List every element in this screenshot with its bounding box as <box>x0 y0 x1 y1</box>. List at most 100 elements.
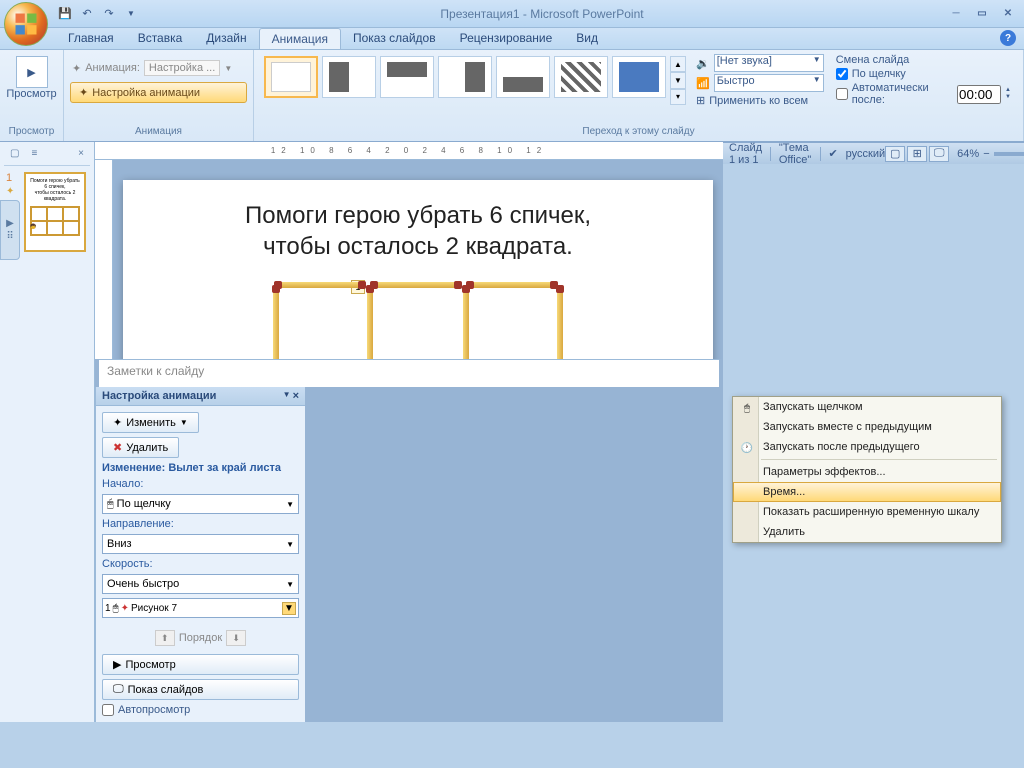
spellcheck-icon[interactable]: ✔ <box>828 147 837 160</box>
cm-with-previous[interactable]: Запускать вместе с предыдущим <box>733 417 1001 437</box>
advance-title: Смена слайда <box>836 54 1011 66</box>
normal-view-button[interactable]: ▢ <box>885 146 905 162</box>
minimize-button[interactable]: ─ <box>944 6 968 22</box>
speed-icon: 📶 <box>696 77 710 90</box>
zoom-slider[interactable] <box>994 152 1024 156</box>
delete-icon: ✖ <box>113 441 122 454</box>
slide-canvas[interactable]: Помоги герою убрать 6 спичек, чтобы оста… <box>113 160 723 359</box>
animation-combo[interactable]: Настройка ... <box>144 60 220 76</box>
effect-name: Рисунок 7 <box>131 603 177 614</box>
anim-pane-title: Настройка анимации <box>102 390 216 402</box>
horizontal-ruler: 12 10 8 6 4 2 0 2 4 6 8 10 12 <box>95 142 723 160</box>
delete-effect-button[interactable]: ✖ Удалить <box>102 437 179 458</box>
zoom-out-button[interactable]: − <box>983 148 989 160</box>
animation-task-pane: Настройка анимации ▼× ✦Изменить▼ ✖Удалит… <box>95 387 305 722</box>
cm-timing[interactable]: Время... <box>733 482 1001 502</box>
transition-item[interactable] <box>554 56 608 98</box>
cm-show-timeline[interactable]: Показать расширенную временную шкалу <box>733 502 1001 522</box>
tab-design[interactable]: Дизайн <box>194 28 258 49</box>
speed-combo[interactable]: Быстро▼ <box>714 74 824 92</box>
window-title: Презентация1 - Microsoft PowerPoint <box>140 7 944 21</box>
undo-icon[interactable]: ↶ <box>78 5 96 23</box>
preview-label: Просмотр <box>6 88 56 100</box>
autopreview-checkbox[interactable] <box>102 704 114 716</box>
sound-value: [Нет звука] <box>717 55 772 71</box>
modification-label: Изменение: Вылет за край листа <box>102 462 299 474</box>
transition-item[interactable] <box>612 56 666 98</box>
apply-all-icon: ⊞ <box>696 94 705 107</box>
slideshow-view-button[interactable]: 🖵 <box>929 146 949 162</box>
custom-animation-button[interactable]: ✦ Настройка анимации <box>70 82 247 103</box>
auto-time-input[interactable] <box>957 85 1001 104</box>
office-button[interactable] <box>4 2 48 46</box>
transition-item[interactable] <box>322 56 376 98</box>
combo-dropdown-icon[interactable]: ▼ <box>224 64 232 73</box>
ribbon-tabs: Главная Вставка Дизайн Анимация Показ сл… <box>0 28 1024 50</box>
pane-preview-button[interactable]: ▶Просмотр <box>102 654 299 675</box>
close-button[interactable]: ✕ <box>996 6 1020 22</box>
thumb-pane-close-icon[interactable]: × <box>72 146 90 165</box>
preview-button[interactable]: ▶ Просмотр <box>6 52 57 104</box>
tab-slideshow[interactable]: Показ слайдов <box>341 28 448 49</box>
slide-thumbnail[interactable]: Помоги герою убрать 6 спичек,чтобы остал… <box>24 172 86 252</box>
pane-close-icon[interactable]: × <box>293 390 299 402</box>
animation-indicator-icon: ✦ <box>6 186 14 197</box>
vertical-ruler <box>95 160 113 359</box>
restore-button[interactable]: ▭ <box>970 6 994 22</box>
delete-label: Удалить <box>126 442 168 454</box>
qat-dropdown-icon[interactable]: ▼ <box>122 5 140 23</box>
collapsed-pane-rail[interactable]: ▶ ⠿ <box>0 200 20 260</box>
thumb-tab-slides[interactable]: ▢ <box>4 146 25 165</box>
tab-animation[interactable]: Анимация <box>259 28 341 49</box>
zoom-value[interactable]: 64% <box>957 148 979 160</box>
reorder-row: ⬆ Порядок ⬇ <box>102 626 299 650</box>
cm-remove[interactable]: Удалить <box>733 522 1001 542</box>
reorder-up-button[interactable]: ⬆ <box>155 630 175 646</box>
transition-none[interactable] <box>264 56 318 98</box>
tab-insert[interactable]: Вставка <box>126 28 195 49</box>
gallery-scroll[interactable]: ▲▼▾ <box>670 56 686 105</box>
title-line1: Помоги герою убрать 6 спичек, <box>245 202 591 229</box>
effect-list-item[interactable]: 1 🖱 ✦ Рисунок 7 ▼ <box>102 598 299 618</box>
effect-num: 1 <box>105 603 111 614</box>
speed-label: Скорость: <box>102 558 299 570</box>
transition-item[interactable] <box>496 56 550 98</box>
transition-gallery[interactable]: ▲▼▾ <box>260 52 690 109</box>
on-click-checkbox[interactable] <box>836 68 848 80</box>
auto-after-checkbox[interactable] <box>836 88 848 100</box>
start-label: Начало: <box>102 478 299 490</box>
start-combo[interactable]: 🖱 По щелчку▼ <box>102 494 299 514</box>
help-icon[interactable]: ? <box>1000 30 1016 46</box>
transition-item[interactable] <box>438 56 492 98</box>
start-value: По щелчку <box>117 498 171 510</box>
tab-view[interactable]: Вид <box>564 28 610 49</box>
play-icon: ▶ <box>113 658 121 671</box>
apply-all-button[interactable]: ⊞Применить ко всем <box>696 94 824 107</box>
speed-combo-pane[interactable]: Очень быстро▼ <box>102 574 299 594</box>
effect-dropdown-icon[interactable]: ▼ <box>282 602 296 615</box>
status-bar: Слайд 1 из 1 "Тема Office" ✔ русский ▢ ⊞… <box>723 142 1024 164</box>
notes-pane[interactable]: Заметки к слайду <box>99 359 719 387</box>
tab-review[interactable]: Рецензирование <box>448 28 565 49</box>
matches-grid[interactable]: 1 <box>273 282 563 359</box>
thumb-tab-outline[interactable]: ≡ <box>25 146 43 165</box>
transition-item[interactable] <box>380 56 434 98</box>
direction-combo[interactable]: Вниз▼ <box>102 534 299 554</box>
change-effect-button[interactable]: ✦Изменить▼ <box>102 412 199 433</box>
cm-after-previous[interactable]: 🕐Запускать после предыдущего <box>733 437 1001 457</box>
pane-slideshow-button[interactable]: 🖵Показ слайдов <box>102 679 299 700</box>
cm-on-click[interactable]: 🖱Запускать щелчком <box>733 397 1001 417</box>
sound-combo[interactable]: [Нет звука]▼ <box>714 54 824 72</box>
main-area: ▶ ⠿ ▢ ≡ × 1 ✦ Помоги герою убрать 6 спич… <box>0 142 1024 722</box>
cm-effect-options[interactable]: Параметры эффектов... <box>733 462 1001 482</box>
pane-dropdown-icon[interactable]: ▼ <box>283 390 291 402</box>
time-spinner[interactable]: ▲▼ <box>1005 87 1011 101</box>
tab-home[interactable]: Главная <box>56 28 126 49</box>
speed-value-pane: Очень быстро <box>107 578 179 590</box>
redo-icon[interactable]: ↷ <box>100 5 118 23</box>
save-icon[interactable]: 💾 <box>56 5 74 23</box>
slide[interactable]: Помоги герою убрать 6 спичек, чтобы оста… <box>123 180 713 359</box>
reorder-down-button[interactable]: ⬇ <box>226 630 246 646</box>
status-lang[interactable]: русский <box>846 148 885 160</box>
sorter-view-button[interactable]: ⊞ <box>907 146 927 162</box>
